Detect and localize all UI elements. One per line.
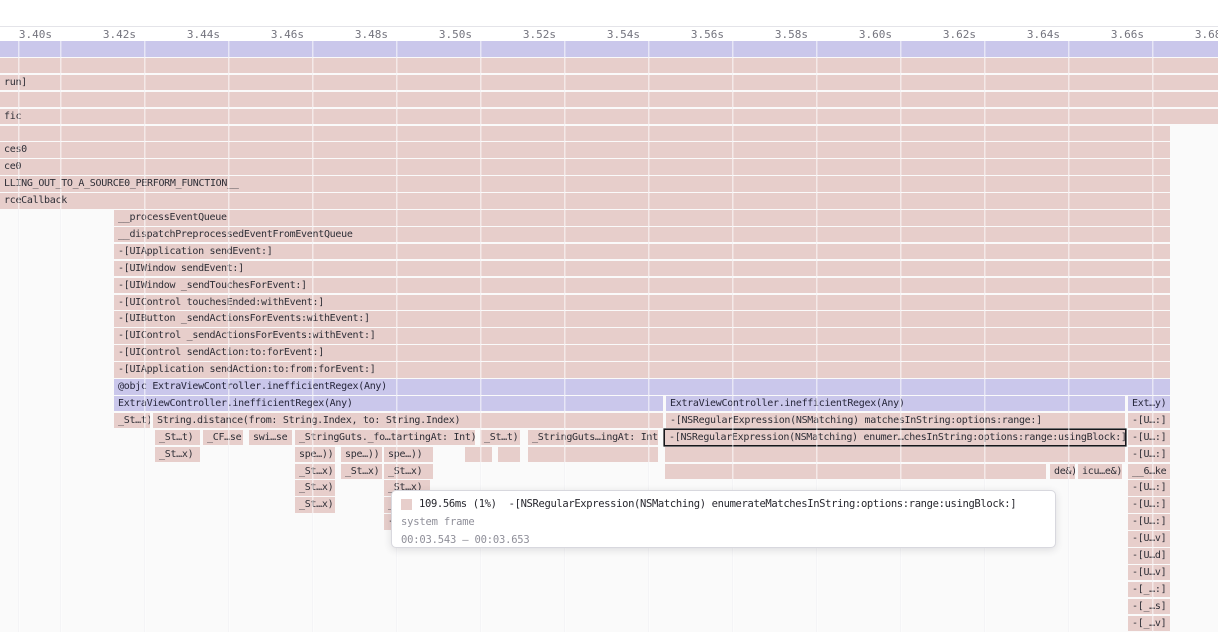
flame-frame[interactable]: fic bbox=[0, 109, 1218, 125]
flame-frame[interactable]: -[UIWindow sendEvent:] bbox=[114, 261, 1170, 277]
flame-frame[interactable] bbox=[0, 58, 1218, 74]
flame-frame[interactable]: -[UIControl touchesEnded:withEvent:] bbox=[114, 295, 1170, 311]
flame-frame[interactable]: rceCallback bbox=[0, 193, 1170, 209]
flame-frame[interactable]: -[U…:] bbox=[1128, 430, 1170, 446]
ruler-tick-label: 3.44s bbox=[178, 28, 220, 41]
flame-frame[interactable]: _St…t) bbox=[155, 430, 200, 446]
flame-frame[interactable]: spe…)) bbox=[384, 447, 433, 463]
flame-frame[interactable]: _St…t) bbox=[114, 413, 150, 429]
flame-frame[interactable] bbox=[665, 464, 1046, 480]
ruler-tick-label: 3.62s bbox=[934, 28, 976, 41]
flame-frame[interactable] bbox=[665, 447, 1125, 463]
flame-frame[interactable] bbox=[0, 126, 1170, 142]
ruler-tick-label: 3.50s bbox=[430, 28, 472, 41]
flame-frame[interactable] bbox=[0, 92, 1218, 108]
tooltip-time-range: 00:03.543 — 00:03.653 bbox=[401, 530, 1046, 548]
flame-frame[interactable]: -[UIApplication sendEvent:] bbox=[114, 244, 1170, 260]
ruler-tick-label: 3.66s bbox=[1102, 28, 1144, 41]
flame-frame[interactable]: _StringGuts._fo…tartingAt: Int) bbox=[295, 430, 475, 446]
flame-chart-canvas[interactable]: run] fic ces0ce0LLING_OUT_TO_A_SOURCE0_PER… bbox=[0, 41, 1218, 632]
flame-frame[interactable]: swi…se bbox=[249, 430, 292, 446]
flame-frame[interactable]: spe…)) bbox=[295, 447, 335, 463]
flame-frame[interactable]: -[UIWindow _sendTouchesForEvent:] bbox=[114, 278, 1170, 294]
flame-frame[interactable]: _St…x) bbox=[295, 480, 335, 496]
flame-frame[interactable]: _St…x) bbox=[295, 497, 335, 513]
ruler-tick-label: 3.64s bbox=[1018, 28, 1060, 41]
flame-frame[interactable]: Ext…y) bbox=[1128, 396, 1170, 412]
flame-frame[interactable]: __6…ke bbox=[1128, 464, 1170, 480]
ruler-tick-label: 3.68s bbox=[1186, 28, 1218, 41]
flame-frame[interactable] bbox=[528, 447, 658, 463]
flame-frame[interactable]: _St…x) bbox=[384, 464, 433, 480]
tooltip-subtitle: system frame bbox=[401, 512, 1046, 530]
flame-frame[interactable]: -[NSRegularExpression(NSMatching) matche… bbox=[666, 413, 1125, 429]
frame-tooltip: 109.56ms (1%) -[NSRegularExpression(NSMa… bbox=[391, 490, 1056, 548]
flame-frame[interactable]: @objc ExtraViewController.inefficientReg… bbox=[114, 379, 1170, 395]
flame-frame[interactable]: -[U…v] bbox=[1128, 565, 1170, 581]
flame-frame[interactable]: -[U…:] bbox=[1128, 413, 1170, 429]
flame-frame[interactable]: _StringGuts…ingAt: Int) bbox=[528, 430, 658, 446]
flame-frame[interactable] bbox=[0, 41, 1218, 57]
flame-frame[interactable] bbox=[465, 447, 492, 463]
flame-frame[interactable]: __processEventQueue bbox=[114, 210, 1170, 226]
flame-frame[interactable]: de&) bbox=[1050, 464, 1075, 480]
flame-frame[interactable]: -[_…:] bbox=[1128, 582, 1170, 598]
flame-frame[interactable]: -[UIControl sendAction:to:forEvent:] bbox=[114, 345, 1170, 361]
flame-frame[interactable] bbox=[498, 447, 520, 463]
flame-frame[interactable]: run] bbox=[0, 75, 1218, 91]
flame-frame[interactable]: ces0 bbox=[0, 142, 1170, 158]
ruler-tick-label: 3.54s bbox=[598, 28, 640, 41]
tooltip-duration: 109.56ms (1%) bbox=[419, 498, 497, 510]
flame-frame[interactable]: -[UIApplication sendAction:to:from:forEv… bbox=[114, 362, 1170, 378]
flame-frame[interactable]: -[U…:] bbox=[1128, 480, 1170, 496]
ruler-divider bbox=[0, 26, 1218, 27]
flame-frame[interactable]: ExtraViewController.inefficientRegex(Any… bbox=[114, 396, 663, 412]
flame-frame[interactable]: -[U…:] bbox=[1128, 447, 1170, 463]
flame-frame[interactable]: -[U…:] bbox=[1128, 497, 1170, 513]
flame-frame[interactable]: LLING_OUT_TO_A_SOURCE0_PERFORM_FUNCTION_… bbox=[0, 176, 1170, 192]
flame-frame[interactable]: -[UIButton _sendActionsForEvents:withEve… bbox=[114, 311, 1170, 327]
selected-flame-frame[interactable]: -[NSRegularExpression(NSMatching) enumer… bbox=[665, 430, 1125, 446]
ruler-tick-label: 3.40s bbox=[10, 28, 52, 41]
flame-frame[interactable]: _St…x) bbox=[155, 447, 200, 463]
flame-frame[interactable]: -[U…d] bbox=[1128, 548, 1170, 564]
flame-frame[interactable]: _St…t) bbox=[480, 430, 520, 446]
flame-frame[interactable]: icu…e&) bbox=[1078, 464, 1122, 480]
ruler-tick-label: 3.42s bbox=[94, 28, 136, 41]
tooltip-symbol: -[NSRegularExpression(NSMatching) enumer… bbox=[509, 498, 1017, 510]
flame-frame[interactable]: -[_…v] bbox=[1128, 616, 1170, 632]
flame-frame[interactable]: _CF…se bbox=[203, 430, 243, 446]
time-ruler[interactable]: 3.40s 3.42s 3.44s 3.46s 3.48s 3.50s 3.52s 3.54s… bbox=[0, 0, 1218, 41]
flame-frame[interactable]: String.distance(from: String.Index, to: … bbox=[153, 413, 663, 429]
ruler-tick-label: 3.58s bbox=[766, 28, 808, 41]
flame-frame[interactable]: __dispatchPreprocessedEventFromEventQueu… bbox=[114, 227, 1170, 243]
tooltip-title: 109.56ms (1%) -[NSRegularExpression(NSMa… bbox=[401, 496, 1046, 512]
profiler-flame-chart-view: 3.40s 3.42s 3.44s 3.46s 3.48s 3.50s 3.52s 3.54s… bbox=[0, 0, 1218, 632]
flame-frame[interactable]: _St…x) bbox=[341, 464, 382, 480]
flame-frame[interactable]: _St…x) bbox=[295, 464, 335, 480]
flame-frame[interactable]: -[UIControl _sendActionsForEvents:withEv… bbox=[114, 328, 1170, 344]
flame-frame[interactable]: ce0 bbox=[0, 159, 1170, 175]
ruler-tick-label: 3.56s bbox=[682, 28, 724, 41]
ruler-tick-label: 3.52s bbox=[514, 28, 556, 41]
ruler-tick-label: 3.46s bbox=[262, 28, 304, 41]
flame-frame[interactable]: -[_…s] bbox=[1128, 599, 1170, 615]
flame-frame[interactable]: -[U…:] bbox=[1128, 514, 1170, 530]
ruler-tick-label: 3.60s bbox=[850, 28, 892, 41]
flame-frame[interactable]: spe…)) bbox=[341, 447, 382, 463]
ruler-tick-label: 3.48s bbox=[346, 28, 388, 41]
flame-frame[interactable]: ExtraViewController.inefficientRegex(Any… bbox=[666, 396, 1125, 412]
flame-frame[interactable]: -[U…v] bbox=[1128, 531, 1170, 547]
frame-color-swatch bbox=[401, 499, 412, 510]
